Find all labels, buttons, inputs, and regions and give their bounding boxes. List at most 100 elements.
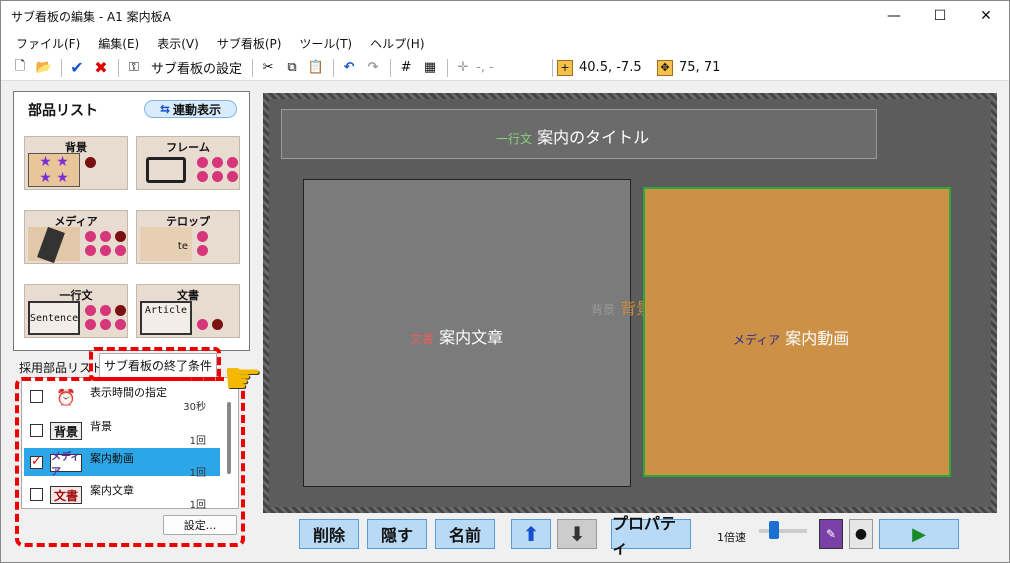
media-thumb-icon xyxy=(28,226,80,264)
tile-dots xyxy=(197,157,239,182)
move-up-icon[interactable]: ⬆ xyxy=(511,519,551,549)
condition-checkbox[interactable] xyxy=(30,488,43,501)
media-tag-icon: メディア xyxy=(50,452,82,478)
paste-icon[interactable]: 📋 xyxy=(305,57,327,79)
condition-tabs: 採用部品リスト サブ看板の終了条件 xyxy=(13,353,250,377)
tab-end-condition[interactable]: サブ看板の終了条件 xyxy=(99,353,217,377)
media-text: 案内動画 xyxy=(785,329,850,348)
rename-button[interactable]: 名前 xyxy=(435,519,495,549)
part-tile-background[interactable]: 背景 ★ ★ ★ ★ xyxy=(24,136,128,190)
toolbar-separator xyxy=(118,58,119,77)
kind-tag: メディア xyxy=(733,333,781,347)
end-condition-list: ⏰ 表示時間の指定 30秒 背景 背景 1回 ✓ メディア 案内動画 1回 文書… xyxy=(21,377,239,511)
ok-check-icon[interactable]: ✔ xyxy=(66,57,88,79)
condition-row-time[interactable]: ⏰ 表示時間の指定 30秒 xyxy=(24,382,220,413)
window-title: サブ看板の編集 - A1 案内板A xyxy=(11,9,171,24)
kind-tag: 一行文 xyxy=(496,132,533,146)
media-box[interactable]: メディア 案内動画 xyxy=(643,187,951,477)
tile-dots xyxy=(85,231,127,256)
key-icon: ⚿ xyxy=(129,60,139,75)
media-box-caption: メディア 案内動画 xyxy=(733,325,849,349)
open-icon[interactable]: 📂 xyxy=(33,57,55,79)
position-readout: 40.5, -7.5 xyxy=(579,60,642,75)
condition-label: 案内文章 xyxy=(90,484,134,497)
scrollbar-thumb[interactable] xyxy=(227,402,231,474)
position-icon: + xyxy=(557,59,574,76)
part-tile-document[interactable]: 文書 Article xyxy=(136,284,240,338)
menu-view[interactable]: 表示(V) xyxy=(148,35,208,52)
tab-adopted-parts[interactable]: 採用部品リスト xyxy=(19,359,103,376)
parts-list-heading: 部品リスト xyxy=(28,103,98,119)
cut-icon[interactable]: ✂ xyxy=(257,57,279,79)
volume-knob-icon[interactable]: ● xyxy=(849,519,873,549)
minimize-button[interactable]: — xyxy=(871,1,917,31)
clock-icon: ⏰ xyxy=(56,387,76,407)
layout-canvas[interactable]: 一行文 案内のタイトル 文書 案内文章 背景 背景 メディア 案内動画 xyxy=(269,99,991,507)
speed-slider-thumb[interactable] xyxy=(769,521,779,539)
menu-file[interactable]: ファイル(F) xyxy=(7,35,89,52)
document-box[interactable]: 文書 案内文章 xyxy=(303,179,631,487)
maximize-button[interactable]: ☐ xyxy=(917,1,963,31)
frame-thumb-icon xyxy=(140,153,192,187)
part-tile-frame[interactable]: フレーム xyxy=(136,136,240,190)
condition-row-background[interactable]: 背景 背景 1回 xyxy=(24,416,220,447)
cancel-x-icon[interactable]: ✖ xyxy=(90,57,112,79)
part-tile-line-text[interactable]: 一行文 Sentence xyxy=(24,284,128,338)
title-box[interactable]: 一行文 案内のタイトル xyxy=(281,109,877,159)
kind-tag: 文書 xyxy=(410,332,435,346)
condition-label: 案内動画 xyxy=(90,452,134,465)
condition-checkbox-checked[interactable]: ✓ xyxy=(30,455,43,469)
canvas-border: 一行文 案内のタイトル 文書 案内文章 背景 背景 メディア 案内動画 xyxy=(263,93,997,513)
condition-checkbox[interactable] xyxy=(30,390,43,403)
copy-icon[interactable]: ⧉ xyxy=(281,57,303,79)
cursor-readout: -, - xyxy=(476,60,494,75)
link-view-button[interactable]: ⇆ 連動表示 xyxy=(144,100,237,118)
condition-count: 1回 xyxy=(189,468,206,479)
menu-tools[interactable]: ツール(T) xyxy=(290,35,361,52)
condition-count: 30秒 xyxy=(183,402,206,413)
hide-button[interactable]: 隠す xyxy=(367,519,427,549)
close-button[interactable]: ✕ xyxy=(963,1,1009,31)
title-bar: サブ看板の編集 - A1 案内板A — ☐ ✕ xyxy=(1,1,1009,31)
toolbar-separator xyxy=(552,58,554,77)
link-view-label: 連動表示 xyxy=(173,102,222,117)
speed-slider-track[interactable] xyxy=(759,529,807,533)
undo-icon[interactable]: ↶ xyxy=(338,57,360,79)
delete-button[interactable]: 削除 xyxy=(299,519,359,549)
move-down-icon[interactable]: ⬇ xyxy=(557,519,597,549)
toolbar: 🗋 📂 ✔ ✖ ⚿ サブ看板の設定 ✂ ⧉ 📋 ↶ ↷ # ▦ ✛ -, - +… xyxy=(1,55,1009,81)
title-box-caption: 一行文 案内のタイトル xyxy=(496,124,649,148)
settings-button[interactable]: 設定... xyxy=(163,515,237,535)
toolbar-separator xyxy=(333,58,335,77)
link-icon: ⇆ xyxy=(159,102,171,116)
menu-help[interactable]: ヘルプ(H) xyxy=(361,35,433,52)
document-tag-icon: 文書 xyxy=(50,486,82,504)
background-thumb-icon: ★ ★ ★ ★ xyxy=(28,153,80,187)
subboard-settings-button[interactable]: サブ看板の設定 xyxy=(147,57,246,79)
grid-icon[interactable]: # xyxy=(395,57,417,79)
tile-dots xyxy=(85,157,127,168)
size-icon: ✥ xyxy=(657,59,674,76)
condition-label: 背景 xyxy=(90,420,112,433)
crosshair-icon: ✛ xyxy=(457,60,469,75)
condition-row-document[interactable]: 文書 案内文章 1回 xyxy=(24,480,220,511)
part-tile-telop[interactable]: テロップ te xyxy=(136,210,240,264)
fine-grid-icon[interactable]: ▦ xyxy=(419,57,441,79)
redo-icon[interactable]: ↷ xyxy=(362,57,384,79)
sentence-thumb: Sentence xyxy=(28,301,80,335)
new-icon[interactable]: 🗋 xyxy=(9,57,31,79)
condition-checkbox[interactable] xyxy=(30,424,43,437)
menu-subboard[interactable]: サブ看板(P) xyxy=(208,35,291,52)
mute-icon[interactable]: ✎ xyxy=(819,519,843,549)
article-thumb: Article xyxy=(140,301,192,335)
play-button[interactable]: ▶ xyxy=(879,519,959,549)
part-tile-media[interactable]: メディア xyxy=(24,210,128,264)
size-readout: 75, 71 xyxy=(679,60,721,75)
toolbar-separator xyxy=(252,58,254,77)
condition-row-media[interactable]: ✓ メディア 案内動画 1回 xyxy=(24,448,220,479)
menu-edit[interactable]: 編集(E) xyxy=(89,35,148,52)
tile-dots xyxy=(197,319,239,330)
document-text: 案内文章 xyxy=(439,328,504,347)
condition-count: 1回 xyxy=(189,436,206,447)
properties-button[interactable]: プロパティ xyxy=(611,514,691,557)
